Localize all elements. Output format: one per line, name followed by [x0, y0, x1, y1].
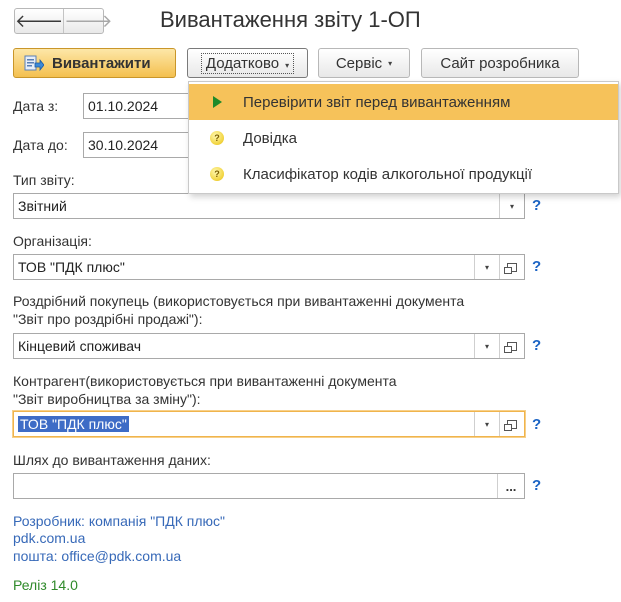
report-type-value: Звітний — [18, 198, 67, 214]
developer-text: Розробник: компанія "ПДК плюс" — [13, 513, 225, 529]
menu-item-alcohol-classifier[interactable]: ? Класифікатор кодів алкогольної продукц… — [189, 156, 618, 192]
menu-item-label: Перевірити звіт перед вивантаженням — [243, 93, 511, 111]
chevron-down-icon[interactable]: ▾ — [474, 255, 499, 279]
org-label: Організація: — [13, 233, 92, 249]
contractor-help-icon[interactable]: ? — [532, 416, 541, 433]
org-select[interactable]: ТОВ "ПДК плюс" ▾ — [13, 254, 525, 280]
developer-site-button[interactable]: Сайт розробника — [421, 48, 579, 78]
org-help-icon[interactable]: ? — [532, 258, 541, 275]
open-form-button[interactable] — [499, 334, 524, 358]
date-to-label: Дата до: — [13, 137, 68, 153]
mail-link[interactable]: пошта: office@pdk.com.ua — [13, 548, 181, 564]
buyer-label-line1: Роздрібний покупець (використовується пр… — [13, 293, 465, 309]
forward-button[interactable]: 🡒 — [63, 9, 113, 33]
contractor-label-line1: Контрагент(використовується при вивантаж… — [13, 373, 397, 389]
developer-site-label: Сайт розробника — [440, 54, 560, 72]
service-menu-label: Сервіс — [335, 54, 383, 72]
chevron-down-icon[interactable]: ▾ — [474, 334, 499, 358]
contractor-label-line2: "Звіт виробництва за зміну"): — [13, 391, 201, 407]
service-menu-button[interactable]: Сервіс ▾ — [318, 48, 410, 78]
open-icon — [504, 341, 517, 353]
contractor-select[interactable]: ТОВ "ПДК плюс" ▾ — [13, 411, 525, 437]
extra-dropdown-menu: Перевірити звіт перед вивантаженням ? До… — [188, 81, 619, 194]
open-form-button[interactable] — [499, 412, 524, 436]
menu-item-label: Довідка — [243, 129, 297, 147]
date-to-value: 30.10.2024 — [88, 137, 159, 153]
buyer-value: Кінцевий споживач — [18, 338, 142, 354]
buyer-label-line2: "Звіт про роздрібні продажі"): — [13, 311, 203, 327]
nav-buttons: 🡐 🡒 — [14, 8, 113, 34]
export-icon — [24, 53, 45, 73]
arrow-right-icon: 🡒 — [64, 10, 113, 31]
extra-menu-button[interactable]: Додатково ▾ — [187, 48, 308, 78]
buyer-select[interactable]: Кінцевий споживач ▾ — [13, 333, 525, 359]
selected-text: ТОВ "ПДК плюс" — [18, 416, 129, 432]
contractor-value: ТОВ "ПДК плюс" — [14, 416, 474, 432]
path-input[interactable]: ... — [13, 473, 525, 499]
path-label: Шлях до вивантаження даних: — [13, 452, 211, 468]
back-button[interactable]: 🡐 — [15, 9, 63, 33]
browse-button[interactable]: ... — [497, 474, 524, 498]
window-title: Вивантаження звіту 1-ОП — [160, 7, 421, 32]
date-from-input[interactable]: 01.10.2024 — [83, 93, 193, 119]
upload-button[interactable]: Вивантажити — [13, 48, 176, 78]
site-link[interactable]: pdk.com.ua — [13, 530, 85, 546]
menu-item-help[interactable]: ? Довідка — [189, 120, 618, 156]
org-value: ТОВ "ПДК плюс" — [18, 259, 125, 275]
open-icon — [504, 419, 517, 431]
open-form-button[interactable] — [499, 255, 524, 279]
release-text: Реліз 14.0 — [13, 577, 78, 593]
date-from-value: 01.10.2024 — [88, 98, 159, 114]
chevron-down-icon: ▾ — [388, 58, 393, 68]
report-type-help-icon[interactable]: ? — [532, 197, 541, 214]
buyer-help-icon[interactable]: ? — [532, 337, 541, 354]
chevron-down-icon[interactable]: ▾ — [474, 412, 499, 436]
date-from-label: Дата з: — [13, 98, 59, 114]
arrow-left-icon: 🡐 — [15, 10, 64, 31]
report-type-label: Тип звіту: — [13, 172, 75, 188]
upload-label: Вивантажити — [52, 54, 151, 72]
chevron-down-icon: ▾ — [285, 60, 290, 70]
menu-item-check-report[interactable]: Перевірити звіт перед вивантаженням — [189, 84, 618, 120]
chevron-down-icon[interactable]: ▾ — [499, 194, 524, 218]
menu-item-label: Класифікатор кодів алкогольної продукції — [243, 165, 533, 183]
path-help-icon[interactable]: ? — [532, 477, 541, 494]
report-type-select[interactable]: Звітний ▾ — [13, 193, 525, 219]
date-to-input[interactable]: 30.10.2024 — [83, 132, 193, 158]
open-icon — [504, 262, 517, 274]
help-bulb-icon: ? — [210, 167, 224, 181]
play-icon — [212, 96, 222, 108]
help-bulb-icon: ? — [210, 131, 224, 145]
extra-menu-label: Додатково ▾ — [200, 52, 295, 74]
